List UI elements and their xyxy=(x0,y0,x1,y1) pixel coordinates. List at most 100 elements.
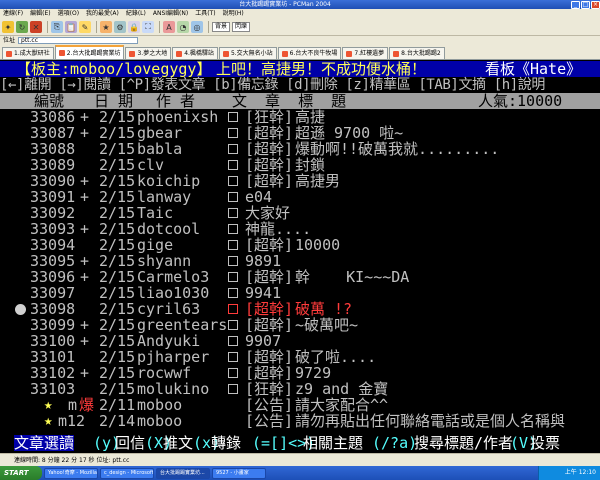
article-date: 2/15 xyxy=(99,284,136,302)
tab-site-5[interactable]: 5.交大無名小站 xyxy=(218,47,277,59)
article-row[interactable]: 33089 2/15 clv [超幹] 封鎖 xyxy=(0,157,600,173)
menu-log[interactable]: 紀錄(L) xyxy=(126,9,146,19)
favorites-icon[interactable]: ★ xyxy=(100,21,112,33)
article-row[interactable]: 33103 2/15 molukino [狂幹] z9 and 金寶 xyxy=(0,381,600,397)
read-status-icon xyxy=(228,336,238,346)
article-title: 高捷男 xyxy=(295,172,341,190)
read-status-icon xyxy=(228,272,238,282)
menu-ansi-edit[interactable]: ANSI編輯(N) xyxy=(153,9,188,19)
article-row[interactable]: 33091 +2/15 lanway e04 xyxy=(0,189,600,205)
article-author: koichip xyxy=(137,172,201,190)
article-row[interactable]: 33088 2/15 babla [超幹] 爆動啊!!破萬我就......... xyxy=(0,141,600,157)
close-button[interactable]: × xyxy=(591,0,600,9)
article-row[interactable]: 33097 2/15 liao1030 9941 xyxy=(0,285,600,301)
background-toggle[interactable]: 背景 xyxy=(212,22,231,32)
article-number: 33092 xyxy=(30,204,76,222)
article-row[interactable]: 33092 2/15 Taic 大家好 xyxy=(0,205,600,221)
article-date: 2/11 xyxy=(99,396,136,414)
tab-site-3[interactable]: 3.夢之大地 xyxy=(125,47,172,59)
star-icon: ★ xyxy=(44,397,53,413)
article-row[interactable]: 33101 2/15 pjharper [超幹] 破了啦.... xyxy=(0,349,600,365)
menu-favorites[interactable]: 我的最愛(A) xyxy=(86,9,119,19)
maximize-button[interactable]: □ xyxy=(581,0,590,9)
tab-site-8[interactable]: 8.台大批踢踢2 xyxy=(389,47,445,59)
read-status-icon xyxy=(228,160,238,170)
menu-connect[interactable]: 連線(F) xyxy=(3,9,23,19)
article-author: gbear xyxy=(137,124,183,142)
article-tag: [狂幹] xyxy=(245,380,294,398)
column-header: 編號 日 期 作 者 文 章 標 題 人氣:10000 xyxy=(0,93,600,109)
article-date: 2/15 xyxy=(99,204,136,222)
start-button[interactable]: START xyxy=(0,466,42,480)
article-title: 請大家配合^^ xyxy=(295,396,389,414)
minimize-button[interactable]: _ xyxy=(571,0,580,9)
site-icon xyxy=(6,50,12,57)
article-row[interactable]: 33102 +2/15 rocwwf [超幹] 9729 xyxy=(0,365,600,381)
task-document[interactable]: c_design - Microsoft... xyxy=(100,467,154,479)
disconnect-icon[interactable]: ✕ xyxy=(30,21,42,33)
article-row[interactable]: 33086 +2/15 phoenixsh [狂幹] 高捷 xyxy=(0,109,600,125)
article-title: 爆動啊!!破萬我就......... xyxy=(295,140,500,158)
web-icon[interactable]: ◎ xyxy=(191,21,203,33)
tab-site-1[interactable]: 1.成大獸研社 xyxy=(2,47,54,59)
tab-site-6[interactable]: 6.台大不良牛牧場 xyxy=(277,47,342,59)
article-tag: [公告] xyxy=(245,396,294,414)
lock-icon[interactable]: 🔒 xyxy=(128,21,140,33)
article-row[interactable]: ★ m 爆 2/11 moboo [公告] 請大家配合^^ xyxy=(0,397,600,413)
article-number: 33091 xyxy=(30,188,76,206)
read-status-icon xyxy=(228,320,238,330)
task-pcman[interactable]: 台大批踢踢實業坊... xyxy=(156,467,210,479)
article-number: 33086 xyxy=(30,108,76,126)
article-row[interactable]: 33094 2/15 gige [超幹] 10000 xyxy=(0,237,600,253)
article-row[interactable]: 33087 +2/15 gbear [超幹] 超遜 9700 啦~ xyxy=(0,125,600,141)
site-icon xyxy=(176,50,183,57)
article-number: 33088 xyxy=(30,140,76,158)
ansi-editor-icon[interactable]: A xyxy=(163,21,175,33)
label-reply: 回信 xyxy=(115,434,146,452)
bbs-terminal[interactable]: 【板主:moboo/lovegygy】 上吧！高捷男！不成功便水桶！ 看板《Ha… xyxy=(0,61,600,453)
article-mark: + xyxy=(80,124,90,142)
article-row[interactable]: 33099 +2/15 greentears [超幹] ~破萬吧~ xyxy=(0,317,600,333)
article-tag: [超幹] xyxy=(245,348,294,366)
copy-icon[interactable]: ⎘ xyxy=(51,21,63,33)
article-number: 33098 xyxy=(30,300,76,318)
menu-tools[interactable]: 工具(T) xyxy=(195,9,215,19)
read-status-icon xyxy=(228,240,238,250)
tab-site-2[interactable]: 2.台大批踢踢實業坊 xyxy=(54,45,125,59)
article-row[interactable]: 33095 +2/15 shyann 9891 xyxy=(0,253,600,269)
article-author: gige xyxy=(137,236,174,254)
article-date: 2/15 xyxy=(99,252,136,270)
article-row[interactable]: 33093 +2/15 dotcool 神龍.... xyxy=(0,221,600,237)
article-row[interactable]: 33098 2/15 cyril63 [超幹] 破萬 !? xyxy=(0,301,600,317)
article-date: 2/15 xyxy=(99,156,136,174)
blink-toggle[interactable]: 閃爍 xyxy=(232,22,251,32)
toolbar-divider xyxy=(208,21,209,33)
article-row[interactable]: 33100 +2/15 Andyuki 9907 xyxy=(0,333,600,349)
address-input[interactable]: ptt.cc xyxy=(18,37,139,44)
anti-idle-icon[interactable]: ◔ xyxy=(177,21,189,33)
task-browser[interactable]: Yahoo!奇摩 - Mozilla... xyxy=(44,467,98,479)
article-row[interactable]: ★ m12 2/14 moboo [公告] 請勿再貼出任何聯絡電話或是個人名稱與 xyxy=(0,413,600,429)
tab-site-7[interactable]: 7.紅樓遺夢 xyxy=(342,47,389,59)
article-title: 9941 xyxy=(245,284,282,302)
article-number: 33099 xyxy=(30,316,76,334)
fullscreen-icon[interactable]: ⛶ xyxy=(142,21,154,33)
new-connection-icon[interactable]: ✦ xyxy=(2,21,14,33)
tab-site-4[interactable]: 4.楓橋驛站 xyxy=(172,47,218,59)
menu-edit[interactable]: 編輯(E) xyxy=(30,9,50,19)
article-row[interactable]: 33096 +2/15 Carmelo3 [超幹] 幹 KI~~~DA xyxy=(0,269,600,285)
menu-options[interactable]: 選項(O) xyxy=(58,9,79,19)
color-paste-icon[interactable]: ✎ xyxy=(79,21,91,33)
task-paint[interactable]: 9527 - 小畫家 xyxy=(212,467,266,479)
article-number: 33090 xyxy=(30,172,76,190)
read-status-icon xyxy=(228,384,238,394)
reconnect-icon[interactable]: ↻ xyxy=(16,21,28,33)
article-mark: + xyxy=(80,220,90,238)
article-author: liao1030 xyxy=(137,284,210,302)
settings-icon[interactable]: ⚙ xyxy=(114,21,126,33)
menu-help[interactable]: 說明(H) xyxy=(223,9,244,19)
selection-cursor-icon xyxy=(15,304,26,315)
paste-icon[interactable]: 📋 xyxy=(65,21,77,33)
article-row[interactable]: 33090 +2/15 koichip [超幹] 高捷男 xyxy=(0,173,600,189)
article-date: 2/14 xyxy=(99,412,136,430)
